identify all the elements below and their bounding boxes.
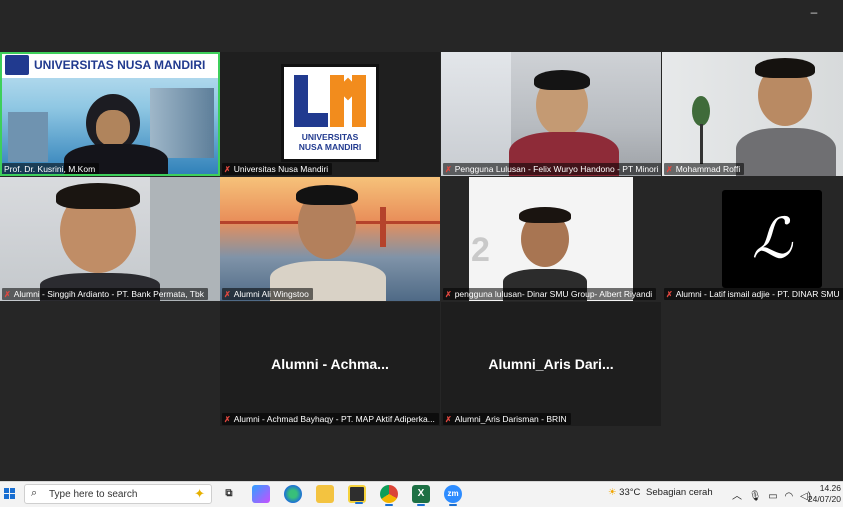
title-bar: – [0, 0, 843, 30]
logo-mark-icon [294, 75, 366, 127]
video-tile[interactable]: 2 ✗ pengguna lulusan- Dinar SMU Group- Al… [441, 177, 661, 301]
task-view-icon[interactable]: ⧉ [220, 485, 238, 503]
chrome-browser-icon[interactable] [380, 485, 398, 506]
video-tile[interactable]: UNIVERSITAS NUSA MANDIRI ✗ Universitas Nu… [220, 52, 440, 176]
mic-muted-icon: ✗ [224, 165, 231, 174]
weather-sun-icon: ☀ [608, 487, 617, 498]
chevron-up-icon[interactable]: ︿ [732, 491, 742, 502]
video-tile[interactable]: UNIVERSITAS NUSA MANDIRI Prof. Dr. Kusri… [0, 52, 220, 176]
window-graphic [441, 52, 511, 176]
mic-muted-icon: ✗ [445, 165, 452, 174]
sticky-notes-icon[interactable] [348, 485, 366, 504]
participant-name-label: ✗ Mohammad Roffi [664, 163, 745, 175]
mic-muted-icon: ✗ [224, 415, 231, 424]
participant-hair [519, 207, 571, 223]
university-banner: UNIVERSITAS NUSA MANDIRI [0, 52, 220, 78]
video-tile[interactable]: ✗ Alumni - Singgih Ardianto - PT. Bank Pe… [0, 177, 220, 301]
university-logo-icon [5, 55, 29, 75]
logo-text-line2: NUSA MANDIRI [298, 142, 362, 152]
participant-hair [56, 183, 140, 209]
system-tray: ︿ 🎙 ▭ ◠ ◁) [732, 487, 811, 502]
clock-date: 24/07/20 [807, 494, 841, 504]
video-tile[interactable]: ✗ Mohammad Roffi [662, 52, 843, 176]
video-tile[interactable]: ✗ Alumni Ali Wingstoo [220, 177, 440, 301]
participant-hair [755, 58, 815, 78]
background-panel [150, 177, 220, 301]
avatar-letter: ℒ [751, 206, 793, 272]
participant-display-name: Alumni - Achma... [271, 356, 389, 372]
windows-start-icon[interactable] [4, 488, 16, 500]
video-frame: 2 [469, 177, 633, 301]
participant-face [96, 110, 130, 146]
participant-hair [534, 70, 590, 90]
weather-condition: Sebagian cerah [646, 487, 713, 498]
building-graphic [150, 88, 214, 158]
participant-name-label: ✗ Pengguna Lulusan - Felix Wuryo Handono … [443, 163, 661, 175]
video-tile[interactable]: ℒ ✗ Alumni - Latif ismail adjie - PT. DIN… [662, 177, 843, 301]
excel-icon[interactable]: X [412, 485, 430, 506]
search-placeholder: Type here to search [49, 489, 138, 500]
weather-temp: 33°C [619, 487, 641, 498]
participant-name-label: ✗ Alumni - Singgih Ardianto - PT. Bank Pe… [2, 288, 208, 300]
participant-name-label: ✗ Alumni - Latif ismail adjie - PT. DINAR… [664, 288, 843, 300]
mic-muted-icon: ✗ [666, 290, 673, 299]
participant-hair [296, 185, 358, 205]
video-tile[interactable]: Alumni - Achma... ✗ Alumni - Achmad Bayha… [220, 302, 440, 426]
mic-muted-icon: ✗ [445, 290, 452, 299]
bridge-tower-graphic [380, 207, 386, 247]
taskbar: ⌕ Type here to search ✦ ⧉ X zm ☀ 33°C Se… [0, 481, 843, 507]
video-tile[interactable]: ✗ Pengguna Lulusan - Felix Wuryo Handono … [441, 52, 661, 176]
mic-muted-icon: ✗ [445, 415, 452, 424]
taskbar-clock[interactable]: 14.26 24/07/20 [807, 483, 841, 505]
taskbar-search-input[interactable]: ⌕ Type here to search ✦ [24, 484, 212, 504]
participant-display-name: Alumni_Aris Dari... [488, 356, 614, 372]
participant-name-label: Prof. Dr. Kusrini, M.Kom [2, 163, 100, 175]
background-text-graphic: 2 [471, 231, 490, 269]
minimize-icon[interactable]: – [808, 6, 820, 18]
mic-muted-icon: ✗ [4, 290, 11, 299]
clock-time: 14.26 [819, 483, 841, 493]
file-explorer-icon[interactable] [316, 485, 334, 503]
wifi-icon[interactable]: ◠ [785, 491, 794, 502]
logo-text-line1: UNIVERSITAS [301, 132, 359, 142]
video-tile[interactable]: Alumni_Aris Dari... ✗ Alumni_Aris Darisma… [441, 302, 661, 426]
zoom-icon[interactable]: zm [444, 485, 462, 506]
microphone-icon[interactable]: 🎙 [749, 491, 762, 502]
copilot-icon[interactable] [252, 485, 270, 503]
participant-name-label: ✗ pengguna lulusan- Dinar SMU Group- Albe… [443, 288, 657, 300]
search-icon: ⌕ [31, 487, 38, 499]
plant-stand-graphic [700, 124, 703, 164]
avatar: ℒ [722, 190, 822, 288]
university-logo: UNIVERSITAS NUSA MANDIRI [281, 64, 379, 162]
banner-text: UNIVERSITAS NUSA MANDIRI [34, 58, 206, 72]
participant-name-label: ✗ Universitas Nusa Mandiri [222, 163, 333, 175]
participant-name-label: ✗ Alumni_Aris Darisman - BRIN [443, 413, 571, 425]
edge-browser-icon[interactable] [284, 485, 302, 503]
mic-muted-icon: ✗ [666, 165, 673, 174]
battery-icon[interactable]: ▭ [768, 491, 777, 502]
weather-widget[interactable]: ☀ 33°C Sebagian cerah [608, 487, 713, 498]
mic-muted-icon: ✗ [224, 290, 231, 299]
plant-graphic [692, 96, 710, 126]
participant-body [736, 128, 836, 176]
building-graphic [8, 112, 48, 162]
participant-name-label: ✗ Alumni Ali Wingstoo [222, 288, 313, 300]
participant-name-label: ✗ Alumni - Achmad Bayhaqy - PT. MAP Aktif… [222, 413, 439, 425]
sparkle-icon: ✦ [194, 486, 205, 501]
